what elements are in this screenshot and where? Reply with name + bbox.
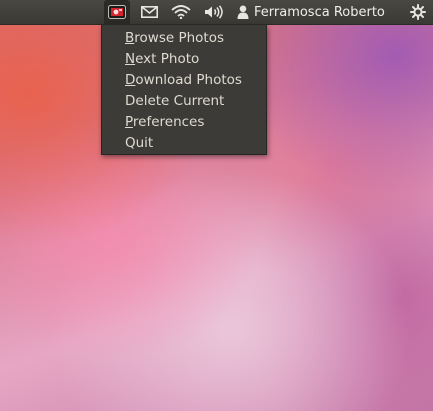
photo-app-indicator[interactable] (104, 0, 130, 24)
photo-app-dropdown-menu: Browse Photos Next Photo Download Photos… (101, 25, 267, 155)
volume-icon (204, 5, 224, 19)
menu-item-quit[interactable]: Quit (102, 133, 266, 154)
user-menu-indicator[interactable]: Ferramosca Roberto (237, 0, 397, 24)
network-indicator[interactable] (168, 0, 194, 24)
mail-icon (140, 6, 158, 18)
sound-indicator[interactable] (201, 0, 227, 24)
menu-item-download-photos[interactable]: Download Photos (102, 70, 266, 91)
menu-item-browse-photos[interactable]: Browse Photos (102, 28, 266, 49)
menu-item-delete-current[interactable]: Delete Current (102, 91, 266, 112)
top-panel: Ferramosca Roberto (0, 0, 433, 25)
user-name-label: Ferramosca Roberto (254, 4, 385, 20)
power-icon (410, 4, 426, 20)
photo-app-icon (108, 5, 126, 19)
desktop-wallpaper: Ferramosca Roberto Browse Photos Next Ph… (0, 0, 433, 411)
user-icon (237, 5, 249, 19)
menu-item-next-photo[interactable]: Next Photo (102, 49, 266, 70)
mail-indicator[interactable] (137, 0, 161, 24)
menu-item-preferences[interactable]: Preferences (102, 112, 266, 133)
session-indicator[interactable] (406, 0, 430, 24)
wifi-icon (171, 5, 191, 19)
